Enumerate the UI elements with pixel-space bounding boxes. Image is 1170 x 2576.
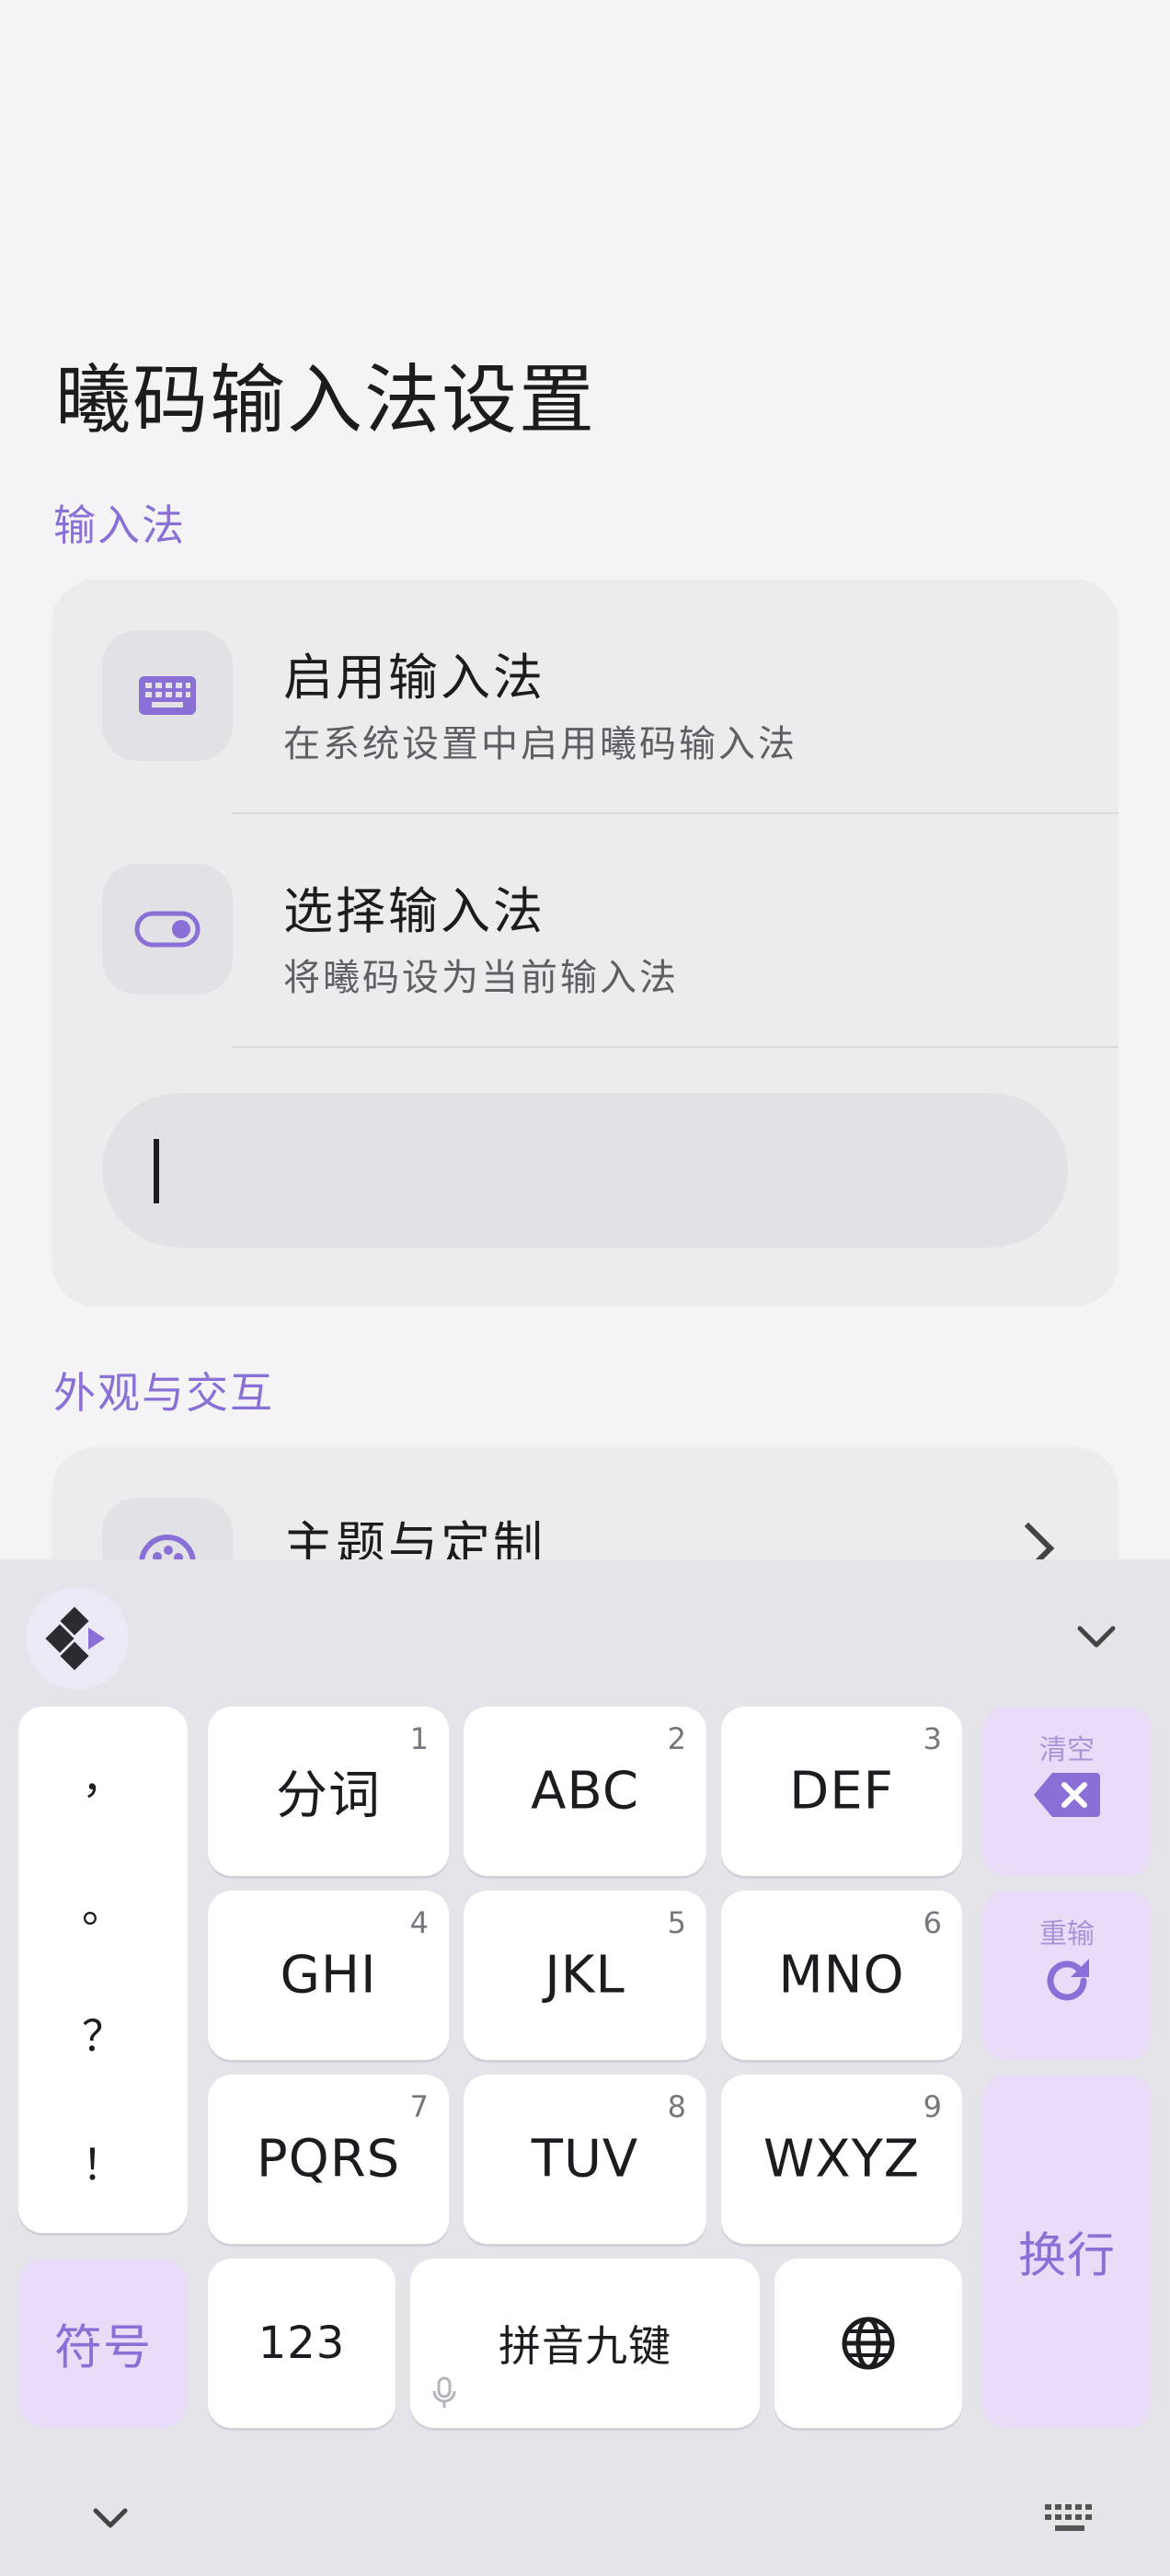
key-label: 换行: [1017, 2228, 1116, 2284]
key-label: DEF: [789, 1761, 894, 1822]
key-number: 7: [409, 2089, 429, 2124]
symbols-key[interactable]: 符号: [18, 2259, 188, 2428]
keyboard-icon: [102, 630, 233, 761]
reenter-key[interactable]: 重输: [982, 1891, 1152, 2060]
soft-keyboard: ， 。 ？ ！ 1 分词 2 ABC 3 DEF 4 GHI 5 JKL 6 M…: [0, 1559, 1170, 2576]
toggle-icon: [102, 864, 233, 995]
space-key[interactable]: 拼音九键: [410, 2259, 760, 2428]
divider: [232, 1046, 1118, 1048]
select-input-method-row[interactable]: 选择输入法 将曦码设为当前输入法: [52, 813, 1118, 1047]
theme-customization-row[interactable]: 主题与定制: [52, 1447, 1118, 1559]
test-input-field[interactable]: [102, 1093, 1068, 1248]
logo-icon[interactable]: [26, 1587, 129, 1690]
key-hint: 重输: [1039, 1918, 1095, 1950]
key-number: 8: [667, 2089, 686, 2124]
punct-exclaim-key[interactable]: ！: [18, 2132, 188, 2192]
key-number: 6: [923, 1905, 942, 1940]
text-caret: [154, 1139, 159, 1203]
globe-icon: [841, 2316, 896, 2375]
key-number: 5: [667, 1905, 686, 1940]
key-label: ABC: [531, 1761, 639, 1822]
refresh-icon: [1041, 1955, 1093, 2010]
punct-question-key[interactable]: ？: [18, 2003, 188, 2064]
key-label: PQRS: [256, 2129, 401, 2190]
settings-page: 曦码输入法设置 输入法 启用输入法 在系统设置中启用曦码输入法 选择输入法 将曦…: [0, 0, 1170, 1559]
key-3[interactable]: 3 DEF: [721, 1707, 962, 1876]
key-number: 2: [667, 1721, 686, 1756]
key-label: 123: [258, 2317, 346, 2369]
key-number: 4: [409, 1905, 429, 1940]
key-label: 拼音九键: [499, 2321, 671, 2371]
key-5[interactable]: 5 JKL: [464, 1891, 706, 2060]
key-number: 1: [409, 1721, 429, 1756]
key-1[interactable]: 1 分词: [208, 1707, 449, 1876]
language-key[interactable]: [774, 2259, 962, 2428]
input-method-card: 启用输入法 在系统设置中启用曦码输入法 选择输入法 将曦码设为当前输入法: [52, 580, 1118, 1306]
row-title: 选择输入法: [283, 882, 545, 940]
keyboard-icon[interactable]: [1043, 2502, 1096, 2537]
key-number: 3: [923, 1721, 942, 1756]
key-4[interactable]: 4 GHI: [208, 1891, 449, 2060]
appearance-card: 主题与定制: [52, 1447, 1118, 1559]
enter-key[interactable]: 换行: [982, 2075, 1152, 2428]
punct-period-key[interactable]: 。: [18, 1874, 188, 1935]
key-hint: 清空: [1039, 1734, 1095, 1766]
numbers-key[interactable]: 123: [208, 2259, 396, 2428]
section-header-appearance: 外观与交互: [53, 1368, 274, 1418]
clear-key[interactable]: 清空: [982, 1707, 1152, 1876]
punct-comma-key[interactable]: ，: [18, 1745, 188, 1806]
key-label: 分词: [276, 1765, 381, 1826]
key-label: GHI: [280, 1945, 377, 2006]
row-title: 主题与定制: [283, 1516, 545, 1559]
chevron-down-icon[interactable]: [92, 2507, 129, 2535]
chevron-right-icon: [1002, 1522, 1055, 1559]
row-title: 启用输入法: [283, 649, 545, 707]
row-subtitle: 在系统设置中启用曦码输入法: [283, 723, 797, 765]
punctuation-column[interactable]: ， 。 ？ ！: [18, 1707, 188, 2233]
key-label: 符号: [53, 2320, 152, 2376]
key-label: JKL: [545, 1945, 625, 2006]
key-7[interactable]: 7 PQRS: [208, 2075, 449, 2244]
backspace-icon: [1034, 1771, 1100, 1823]
key-6[interactable]: 6 MNO: [721, 1891, 962, 2060]
microphone-icon: [430, 2376, 458, 2413]
key-9[interactable]: 9 WXYZ: [721, 2075, 962, 2244]
key-number: 9: [923, 2089, 942, 2124]
key-2[interactable]: 2 ABC: [464, 1707, 706, 1876]
key-8[interactable]: 8 TUV: [464, 2075, 706, 2244]
section-header-input-method: 输入法: [53, 500, 186, 550]
page-title: 曦码输入法设置: [55, 357, 597, 444]
enable-input-method-row[interactable]: 启用输入法 在系统设置中启用曦码输入法: [52, 580, 1118, 813]
key-label: MNO: [778, 1945, 905, 2006]
key-label: WXYZ: [763, 2129, 921, 2190]
key-label: TUV: [531, 2129, 639, 2190]
row-subtitle: 将曦码设为当前输入法: [283, 957, 679, 999]
palette-icon: [102, 1498, 233, 1559]
chevron-down-icon[interactable]: [1069, 1610, 1124, 1665]
